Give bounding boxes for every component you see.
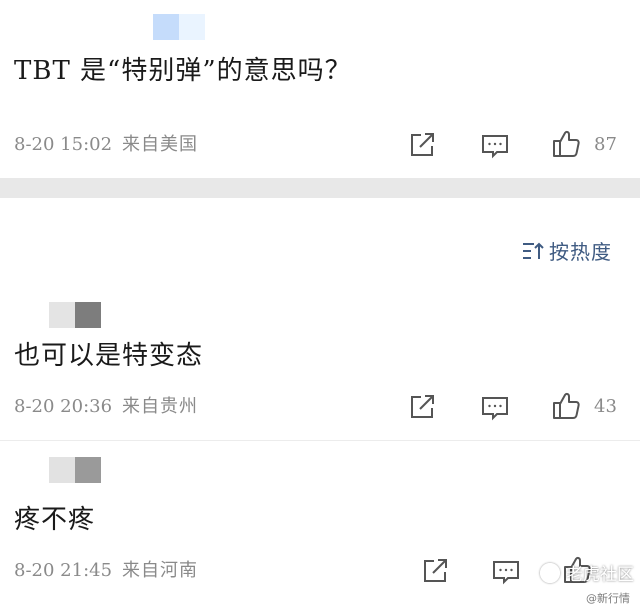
avatar[interactable] [49,302,101,328]
like-button[interactable] [551,390,581,420]
sort-icon [523,242,544,259]
share-button[interactable] [420,556,450,586]
share-button[interactable] [407,130,437,160]
post-text: TBT 是“特别弹”的意思吗？ [14,56,352,86]
reply-meta: 8-20 20:36 来自贵州 [14,398,198,416]
comment-button[interactable] [480,393,510,423]
comment-thread: TBT 是“特别弹”的意思吗？ 8-20 15:02 来自美国 87 按热度 也… [0,0,640,609]
reply-divider [0,440,640,441]
post-time: 8-20 15:02 [14,134,113,155]
watermark-logo-icon [540,562,560,583]
reply-text: 疼不疼 [14,505,96,535]
share-icon [411,395,434,418]
watermark-subtext: @新行情 [586,592,630,605]
post-meta: 8-20 15:02 来自美国 [14,136,198,154]
thumbs-up-icon [553,130,580,157]
watermark: 老虎社区 [540,560,634,585]
comment-icon [493,561,519,585]
avatar-blur-right [75,302,101,328]
like-count: 43 [594,396,617,417]
avatar-blur-left [49,302,75,328]
thumbs-up-icon [553,392,580,419]
comment-button[interactable] [491,557,521,587]
comment-button[interactable] [480,131,510,161]
reply-location: 来自河南 [122,560,199,581]
comment-icon [482,397,508,421]
sort-by-popularity-button[interactable]: 按热度 [521,236,612,265]
avatar-blur-right [179,14,205,40]
watermark-text: 老虎社区 [566,565,634,585]
like-button[interactable] [551,128,581,158]
avatar-blur-left [49,457,75,483]
reply-meta: 8-20 21:45 来自河南 [14,562,198,580]
reply-location: 来自贵州 [122,396,199,417]
sort-label: 按热度 [549,240,612,264]
share-icon [424,559,447,582]
avatar-blur-left [153,14,179,40]
post-location: 来自美国 [122,134,199,155]
avatar-blur-right [75,457,101,483]
share-icon [411,133,434,156]
like-count: 87 [594,134,617,155]
reply-text: 也可以是特变态 [14,341,204,371]
section-separator [0,178,640,198]
avatar[interactable] [49,457,101,483]
share-button[interactable] [407,392,437,422]
reply-time: 8-20 20:36 [14,396,113,417]
avatar[interactable] [153,14,205,40]
comment-icon [482,135,508,159]
reply-time: 8-20 21:45 [14,560,113,581]
